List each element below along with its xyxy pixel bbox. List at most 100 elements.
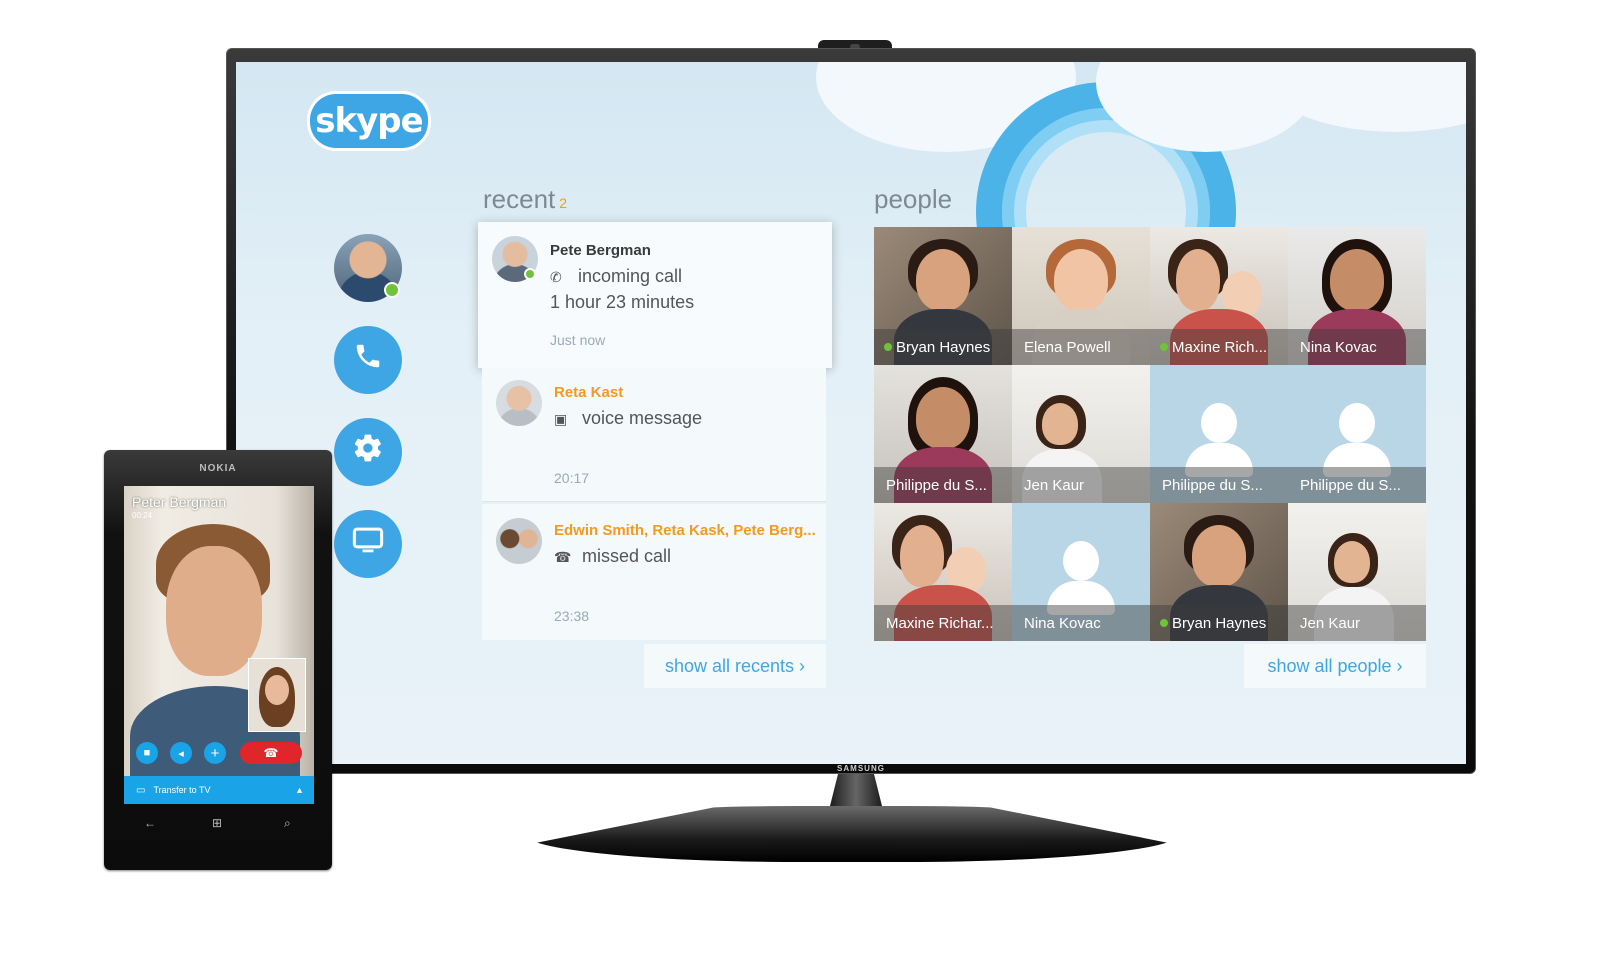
person-name: Maxine Richar... — [886, 614, 994, 632]
person-name: Bryan Haynes — [896, 338, 991, 356]
self-view-thumbnail[interactable] — [248, 658, 306, 732]
transfer-to-tv-bar[interactable]: ▭ Transfer to TV ▲ — [124, 776, 314, 804]
person-tile[interactable]: Philippe du S... — [1288, 365, 1426, 503]
recent-type: ✆ incoming call — [550, 266, 682, 287]
transfer-label: Transfer to TV — [153, 785, 211, 795]
transfer-icon: ▭ — [136, 784, 146, 796]
person-placeholder-icon — [1201, 403, 1237, 443]
recent-contact-name: Pete Bergman — [550, 242, 651, 259]
person-name: Nina Kovac — [1024, 614, 1101, 632]
recent-title-text: recent — [483, 184, 556, 214]
recent-timestamp: 23:38 — [554, 608, 590, 624]
person-name-label: Philippe du S... — [1150, 467, 1288, 503]
person-tile[interactable]: Philippe du S... — [1150, 365, 1288, 503]
windows-start-icon[interactable]: ⊞ — [212, 816, 222, 830]
recent-count-badge: 2 — [559, 195, 568, 211]
person-name: Bryan Haynes — [1172, 614, 1267, 632]
person-name-label: Nina Kovac — [1288, 329, 1426, 365]
call-button[interactable] — [334, 326, 402, 394]
end-call-button[interactable]: ☎ — [240, 742, 302, 764]
group-avatar — [496, 518, 542, 564]
video-toggle-button[interactable]: ■ — [136, 742, 158, 764]
tv-icon — [351, 525, 385, 563]
recent-item[interactable]: Pete Bergman ✆ incoming call 1 hour 23 mi… — [478, 222, 832, 368]
recent-type-label: missed call — [582, 546, 672, 566]
online-status-dot — [524, 268, 536, 280]
person-name-label: Bryan Haynes — [1150, 605, 1288, 641]
recent-timestamp: 20:17 — [554, 470, 590, 486]
recent-section-title: recent 2 — [483, 184, 567, 215]
phone-brand-label: NOKIA — [199, 463, 237, 474]
caller-name: Peter Bergman — [132, 494, 227, 510]
person-tile[interactable]: Bryan Haynes — [1150, 503, 1288, 641]
person-name: Jen Kaur — [1024, 476, 1085, 494]
recent-call-duration: 1 hour 23 minutes — [550, 292, 695, 312]
hang-up-icon: ☎ — [263, 746, 279, 760]
person-name-label: Maxine Rich... — [1150, 329, 1288, 365]
person-name-label: Jen Kaur — [1288, 605, 1426, 641]
person-tile[interactable]: Nina Kovac — [1288, 227, 1426, 365]
recent-type-label: voice message — [582, 408, 703, 428]
person-placeholder-icon — [1339, 403, 1375, 443]
people-section-title: people — [874, 184, 953, 214]
recent-item[interactable]: Reta Kast ▣ voice message 20:17 — [482, 368, 826, 502]
contact-avatar — [492, 236, 538, 282]
add-participant-button[interactable]: + — [204, 742, 226, 764]
person-tile[interactable]: Jen Kaur — [1288, 503, 1426, 641]
back-icon[interactable]: ← — [144, 816, 156, 830]
online-status-dot — [884, 343, 892, 351]
speaker-button[interactable]: ◂ — [170, 742, 192, 764]
phone-screen: Peter Bergman 00:24 ■ ◂ + ☎ ▭ Transfer t… — [124, 486, 314, 804]
person-name-label: Nina Kovac — [1012, 605, 1150, 641]
recent-type: ▣ voice message — [554, 408, 702, 429]
person-tile[interactable]: Jen Kaur — [1012, 365, 1150, 503]
person-name: Philippe du S... — [886, 476, 987, 494]
search-icon[interactable]: ⌕ — [284, 816, 291, 831]
phone-icon: ✆ — [550, 269, 562, 285]
person-name: Nina Kovac — [1300, 338, 1377, 356]
person-name-label: Philippe du S... — [874, 467, 1012, 503]
tv-screen: skype recent 2 Pete Bergman ✆ incoming cal… — [236, 62, 1466, 764]
person-name: Philippe du S... — [1300, 476, 1401, 494]
gear-icon — [352, 432, 384, 472]
voicemail-icon: ▣ — [554, 411, 568, 427]
recent-type-label: incoming call — [578, 266, 683, 286]
recent-timestamp: Just now — [550, 332, 606, 348]
people-grid: Bryan Haynes Elena Powell Maxine Rich...… — [874, 227, 1426, 641]
show-all-people-button[interactable]: show all people › — [1244, 644, 1426, 688]
plus-icon: + — [210, 744, 220, 762]
person-name-label: Philippe du S... — [1288, 467, 1426, 503]
person-tile[interactable]: Bryan Haynes — [874, 227, 1012, 365]
settings-button[interactable] — [334, 418, 402, 486]
tv-mode-button[interactable] — [334, 510, 402, 578]
person-tile[interactable]: Philippe du S... — [874, 365, 1012, 503]
person-name-label: Maxine Richar... — [874, 605, 1012, 641]
person-tile[interactable]: Nina Kovac — [1012, 503, 1150, 641]
profile-avatar[interactable] — [334, 234, 402, 302]
online-status-dot — [1160, 619, 1168, 627]
person-name-label: Bryan Haynes — [874, 329, 1012, 365]
call-timer: 00:24 — [132, 511, 153, 520]
person-name: Maxine Rich... — [1172, 338, 1268, 356]
person-name-label: Jen Kaur — [1012, 467, 1150, 503]
show-all-recents-button[interactable]: show all recents › — [644, 644, 826, 688]
person-tile[interactable]: Maxine Richar... — [874, 503, 1012, 641]
person-name: Philippe du S... — [1162, 476, 1263, 494]
recent-type: ☎ missed call — [554, 546, 671, 567]
tv-stand-base — [524, 806, 1180, 862]
recent-item[interactable]: Edwin Smith, Reta Kask, Pete Berg... ☎ mi… — [482, 504, 826, 640]
speaker-icon: ◂ — [178, 747, 184, 760]
recent-contact-name: Reta Kast — [554, 384, 624, 401]
person-name: Jen Kaur — [1300, 614, 1361, 632]
missed-call-icon: ☎ — [554, 549, 572, 565]
recent-contact-name: Edwin Smith, Reta Kask, Pete Berg... — [554, 522, 816, 539]
video-camera-icon: ■ — [143, 747, 151, 759]
skype-logo: skype — [310, 94, 428, 148]
online-status-dot — [384, 282, 400, 298]
person-placeholder-icon — [1063, 541, 1099, 581]
person-tile[interactable]: Elena Powell — [1012, 227, 1150, 365]
person-tile[interactable]: Maxine Rich... — [1150, 227, 1288, 365]
online-status-dot — [1160, 343, 1168, 351]
video-call-feed — [124, 486, 314, 786]
person-name-label: Elena Powell — [1012, 329, 1150, 365]
